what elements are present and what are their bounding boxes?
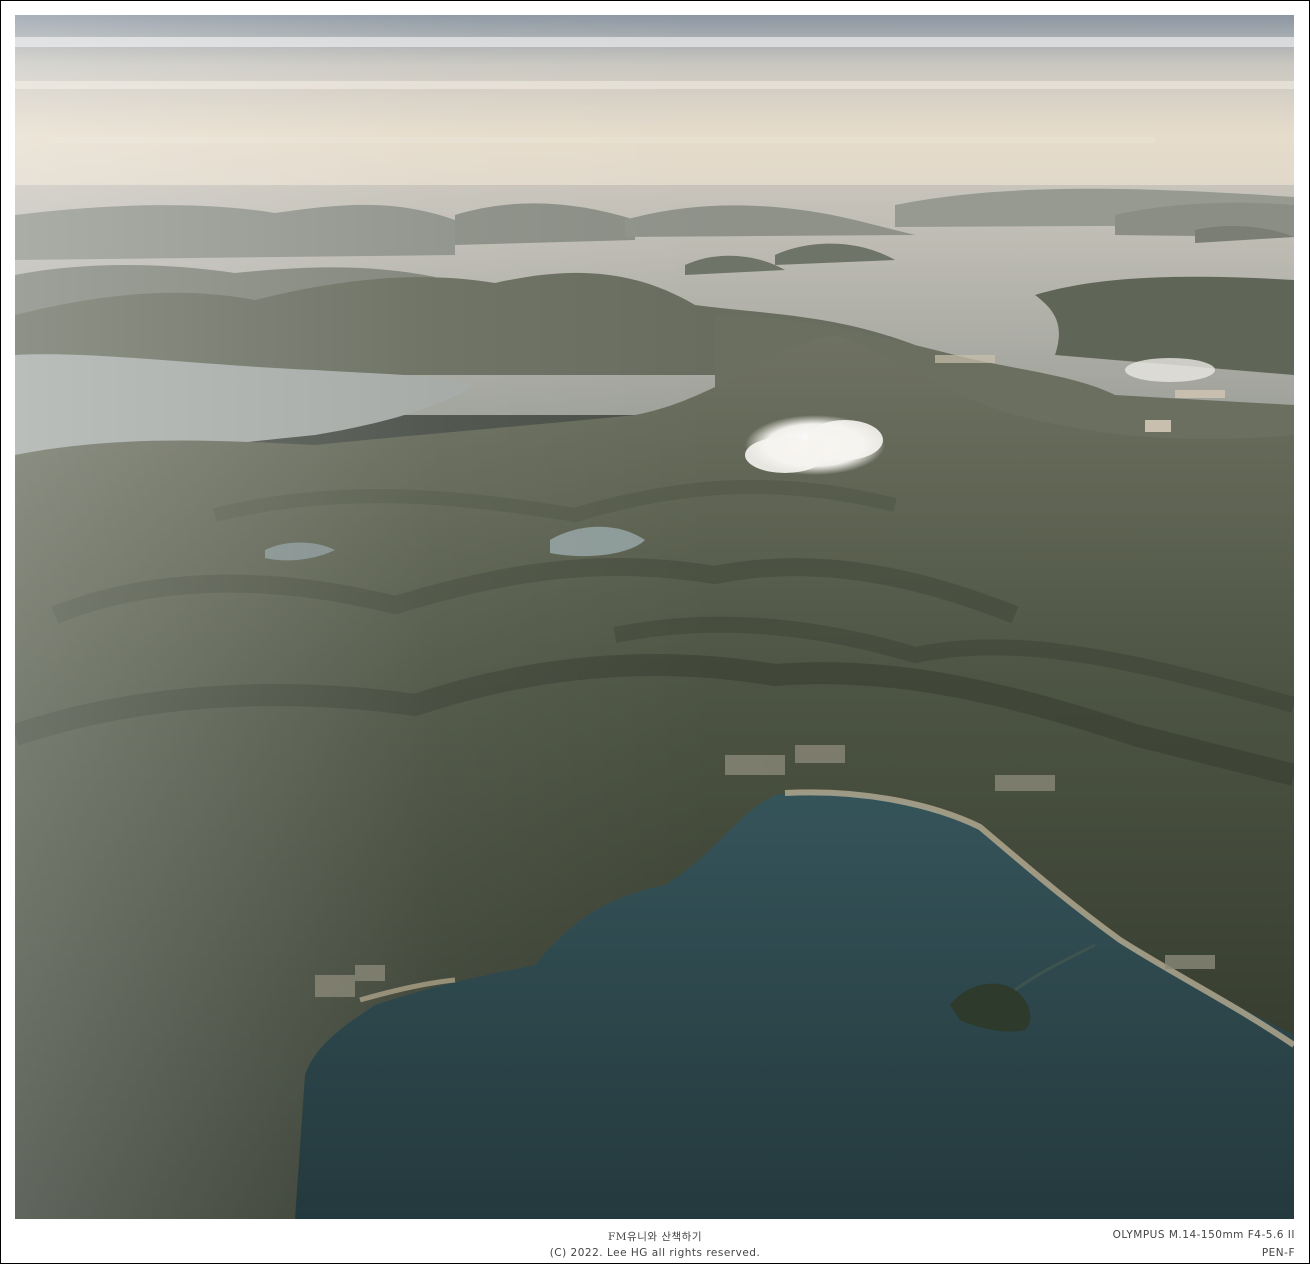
- lens-caption: OLYMPUS M.14-150mm F4-5.6 II: [1112, 1229, 1295, 1241]
- aerial-photo: [15, 15, 1294, 1219]
- camera-caption: PEN-F: [1261, 1247, 1295, 1259]
- aerial-coastline-image: [15, 15, 1294, 1219]
- copyright-caption: (C) 2022. Lee HG all rights reserved.: [549, 1247, 761, 1259]
